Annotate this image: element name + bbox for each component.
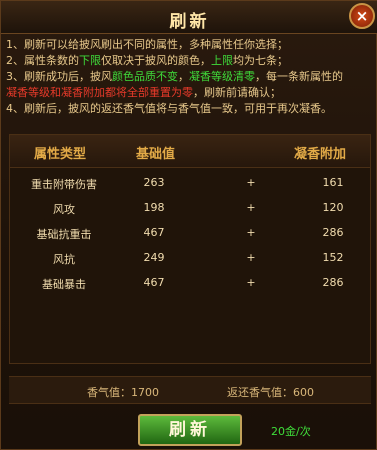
attribute-name: 基础抗重击 [36, 228, 92, 241]
attribute-name: 风攻 [53, 203, 75, 216]
table-row: 风抗 249 + 152 [10, 246, 370, 270]
plus-sign: + [246, 226, 256, 239]
bonus-value: 286 [322, 276, 344, 289]
bonus-value: 120 [322, 201, 344, 214]
instruction-line-1: 1、刷新可以给披风刷出不同的属性，多种属性任你选择； [6, 38, 288, 51]
instruction-line-3: 3、刷新成功后，披风颜色品质不变，凝香等级清零，每一条新属性的 [6, 70, 343, 83]
fragrance-bar: 香气值：1700 返还香气值：600 [9, 376, 371, 404]
base-value: 467 [143, 276, 165, 289]
table-row: 风攻 198 + 120 [10, 196, 370, 220]
attribute-name: 风抗 [53, 253, 75, 266]
header-attribute-type: 属性类型 [34, 147, 87, 162]
plus-sign: + [246, 176, 256, 189]
close-button[interactable]: × [349, 3, 375, 29]
refresh-dialog: 刷新 × 1、刷新可以给披风刷出不同的属性，多种属性任你选择； 2、属性条数的下… [0, 0, 377, 450]
plus-sign: + [246, 276, 256, 289]
attribute-name: 基础暴击 [42, 278, 86, 291]
base-value: 263 [143, 176, 165, 189]
table-row: 重击附带伤害 263 + 161 [10, 171, 370, 195]
table-header: 属性类型 基础值 凝香附加 [10, 135, 370, 168]
refresh-button[interactable]: 刷新 [138, 414, 242, 446]
fragrance-value: 香气值：1700 [87, 386, 159, 399]
returned-fragrance-value: 返还香气值：600 [227, 386, 314, 399]
refresh-cost: 20金/次 [271, 425, 311, 438]
dialog-title: 刷新 [169, 12, 210, 32]
instruction-line-2: 2、属性条数的下限仅取决于披风的颜色，上限均为七条； [6, 54, 288, 67]
instructions: 1、刷新可以给披风刷出不同的属性，多种属性任你选择； 2、属性条数的下限仅取决于… [6, 37, 374, 117]
instruction-line-4: 凝香等级和凝香附加都将全部重置为零，刷新前请确认； [6, 86, 281, 99]
bonus-value: 152 [322, 251, 344, 264]
instruction-line-5: 4、刷新后，披风的返还香气值将与香气值一致，可用于再次凝香。 [6, 102, 332, 115]
header-base-value: 基础值 [136, 147, 176, 162]
attribute-table: 属性类型 基础值 凝香附加 重击附带伤害 263 + 161 风攻 198 + … [9, 134, 371, 364]
base-value: 198 [143, 201, 165, 214]
base-value: 249 [143, 251, 165, 264]
table-row: 基础抗重击 467 + 286 [10, 221, 370, 245]
base-value: 467 [143, 226, 165, 239]
plus-sign: + [246, 251, 256, 264]
title-bar: 刷新 × [1, 1, 377, 34]
bonus-value: 286 [322, 226, 344, 239]
attribute-name: 重击附带伤害 [31, 178, 97, 191]
table-row: 基础暴击 467 + 286 [10, 271, 370, 295]
header-fragrance-bonus: 凝香附加 [294, 147, 347, 162]
plus-sign: + [246, 201, 256, 214]
bonus-value: 161 [322, 176, 344, 189]
